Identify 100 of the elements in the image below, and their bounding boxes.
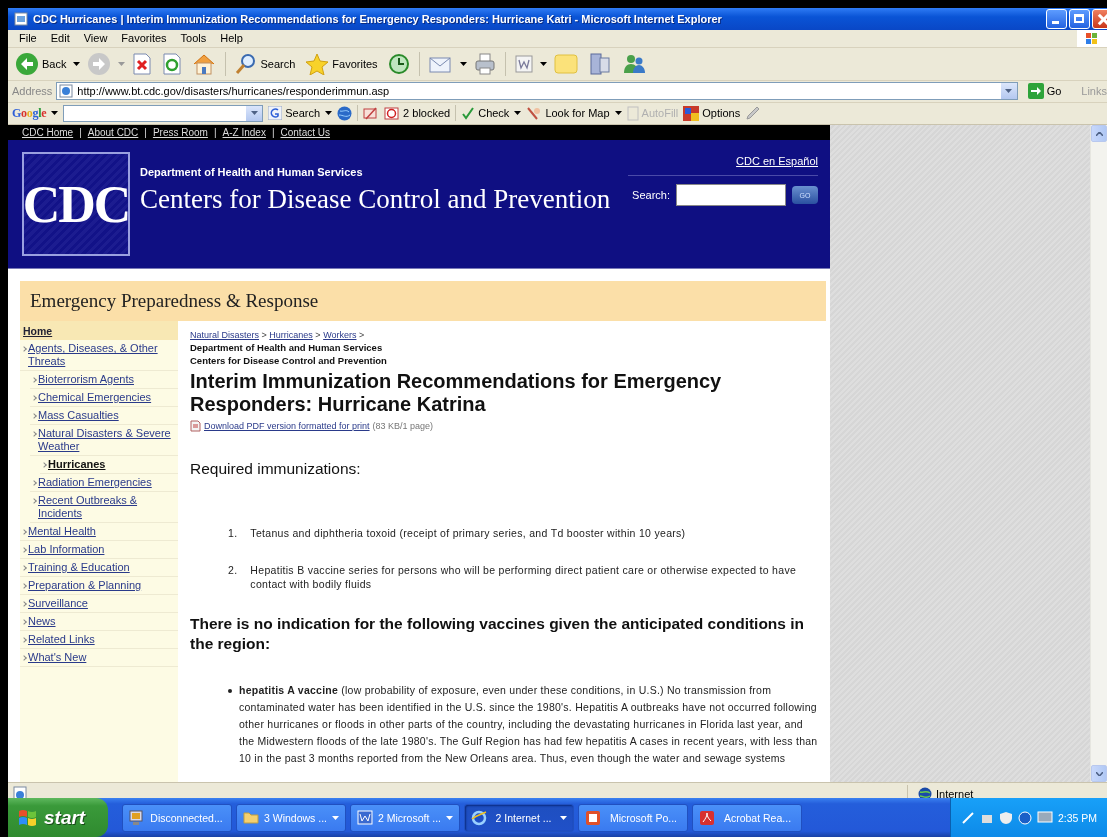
options-button[interactable]: Options	[683, 105, 741, 121]
globe-icon[interactable]	[337, 105, 353, 121]
pdf-icon	[699, 809, 715, 826]
nav-link[interactable]: Contact Us	[280, 127, 330, 138]
nav-link[interactable]: Radiation Emergencies	[38, 476, 152, 489]
favorites-button[interactable]: Favorites	[302, 50, 381, 77]
nav-link[interactable]: Training & Education	[28, 561, 130, 574]
taskbar-button[interactable]: Acrobat Rea...	[692, 803, 802, 832]
taskbar-button[interactable]: Disconnected...	[122, 803, 232, 832]
map-button[interactable]: Look for Map	[526, 105, 610, 121]
shield-icon[interactable]	[998, 810, 1013, 825]
search-field[interactable]	[676, 184, 786, 206]
breadcrumb-link[interactable]: Hurricanes	[269, 330, 313, 340]
menu-item[interactable]: Tools	[173, 32, 214, 44]
form-icon	[626, 105, 639, 121]
file-size: (83 KB/1 page)	[372, 421, 434, 431]
search-label: Search:	[632, 189, 670, 201]
language-link[interactable]: CDC en Español	[628, 155, 818, 176]
vertical-scrollbar[interactable]	[1090, 125, 1107, 782]
clock-icon	[387, 52, 410, 75]
nav-link[interactable]: Preparation & Planning	[28, 579, 142, 592]
nav-link[interactable]: Natural Disasters & Severe Weather	[38, 427, 176, 453]
menu-item[interactable]: View	[76, 32, 115, 44]
menu-item[interactable]: Help	[213, 32, 250, 44]
nav-link[interactable]: News	[28, 615, 56, 628]
section-heading: Required immunizations:	[190, 460, 362, 478]
nav-link[interactable]: Mental Health	[28, 525, 96, 538]
search-icon	[268, 106, 283, 120]
home-link[interactable]: Home	[20, 321, 178, 340]
separator: |	[213, 127, 217, 138]
menu-item[interactable]: Favorites	[114, 32, 174, 44]
blocked-popup-icon	[384, 105, 401, 121]
windows-logo-icon	[1085, 31, 1099, 45]
nav-link[interactable]: Lab Information	[28, 543, 105, 556]
nav-link[interactable]: Hurricanes	[48, 458, 106, 471]
dropdown-caret-icon[interactable]	[51, 111, 59, 115]
back-button[interactable]: Back	[12, 49, 70, 78]
taskbar-button[interactable]: 2 Internet ...	[464, 803, 574, 832]
nav-link[interactable]: Related Links	[28, 633, 95, 646]
nav-link[interactable]: A-Z Index	[222, 127, 266, 138]
search-icon	[235, 52, 258, 75]
dropdown-caret-icon[interactable]	[459, 61, 467, 66]
address-label: Address	[12, 85, 53, 97]
start-button[interactable]: start	[8, 798, 108, 837]
dropdown-caret-icon[interactable]	[560, 815, 567, 820]
address-field[interactable]: http://www.bt.cdc.gov/disasters/hurricanes/responderimmun.asp	[56, 82, 1018, 100]
nav-link[interactable]: About CDC	[87, 127, 139, 138]
search-field[interactable]	[63, 104, 264, 122]
go-button[interactable]: Go	[1021, 83, 1068, 99]
spell-check-button[interactable]: Check	[461, 105, 510, 121]
security-zone: Internet	[936, 788, 974, 800]
windows-logo-icon	[18, 808, 38, 827]
nav-link[interactable]: Recent Outbreaks & Incidents	[38, 494, 176, 520]
dropdown-caret-icon[interactable]	[514, 111, 522, 115]
pen-icon[interactable]	[960, 810, 975, 825]
breadcrumb-link[interactable]: Natural Disasters	[190, 330, 260, 340]
dropdown-caret-icon[interactable]	[325, 111, 333, 115]
popup-icon[interactable]	[363, 105, 380, 121]
list-number: 2.	[228, 563, 238, 578]
dropdown-caret-icon[interactable]	[539, 61, 547, 66]
menu-item[interactable]: Edit	[43, 32, 77, 44]
options-icon	[683, 105, 700, 121]
breadcrumb-link[interactable]: Workers	[323, 330, 357, 340]
magnifier-icon	[526, 105, 543, 121]
slides-icon	[585, 809, 601, 826]
nav-link[interactable]: Mass Casualties	[38, 409, 119, 422]
close-button[interactable]	[1092, 9, 1107, 29]
blocked-button[interactable]: 2 blocked	[384, 105, 451, 121]
nav-link[interactable]: Agents, Diseases, & Other Threats	[28, 342, 176, 368]
nav-link[interactable]: Press Room	[152, 127, 208, 138]
dropdown-caret-icon[interactable]	[73, 61, 81, 66]
menu-item[interactable]: File	[12, 32, 44, 44]
dropdown-caret-icon[interactable]	[614, 111, 622, 115]
nav-link[interactable]: Bioterrorism Agents	[38, 373, 134, 386]
department-name: Department of Health and Human Services	[140, 166, 364, 178]
pencil-icon[interactable]	[745, 105, 762, 121]
nav-link[interactable]: Chemical Emergencies	[38, 391, 152, 404]
taskbar-button[interactable]: 3 Windows ...	[236, 803, 346, 832]
people-icon	[621, 52, 646, 75]
nav-link[interactable]: CDC Home	[22, 127, 74, 138]
taskbar-button[interactable]: 2 Microsoft ...	[350, 803, 460, 832]
taskbar-button[interactable]: Microsoft Po...	[578, 803, 688, 832]
folder-icon	[243, 811, 259, 824]
breadcrumb-separator: >	[261, 330, 267, 340]
search-button[interactable]: Search	[268, 106, 321, 120]
list-number: 1.	[228, 526, 238, 540]
breadcrumb-separator: >	[359, 330, 365, 340]
monitor-icon[interactable]	[1036, 810, 1053, 825]
source-line: Department of Health and Human Services	[190, 342, 384, 353]
restore-button[interactable]	[1069, 9, 1090, 29]
page-icon	[14, 12, 28, 26]
star-icon	[305, 52, 330, 75]
search-button[interactable]: Search	[232, 50, 299, 77]
nav-link[interactable]: What's New	[28, 651, 87, 664]
nav-link[interactable]: Surveillance	[28, 597, 88, 610]
pdf-link[interactable]: Download PDF version formatted for print	[204, 421, 370, 431]
refresh-icon	[162, 52, 183, 75]
network-icon[interactable]	[1017, 810, 1032, 825]
minimize-button[interactable]	[1046, 9, 1067, 29]
book-icon	[587, 51, 612, 76]
